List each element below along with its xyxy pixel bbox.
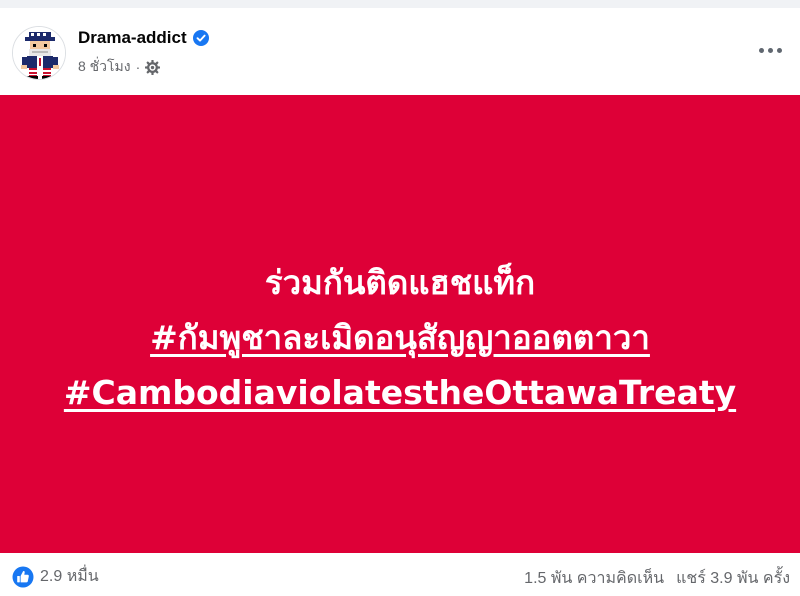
reaction-count: 2.9 หมื่น [40,568,99,585]
hashtag-english: #CambodiaviolatestheOttawaTreaty [63,373,737,412]
author-block: Drama-addict [78,28,209,48]
reactions-summary[interactable]: 2.9 หมื่น [12,564,99,589]
post-header: Drama-addict 8 ชั่วโมง · [0,8,800,95]
hashtag-thai: #กัมพูชาละเมิดอนุสัญญาออตตาวา [150,318,650,357]
post-stats: 1.5 พัน ความคิดเห็น แชร์ 3.9 พัน ครั้ง [524,566,790,591]
image-text-line: ร่วมกันติดแฮชแท็ก [264,263,536,302]
more-dot [758,47,764,53]
post-meta: 8 ชั่วโมง · [78,56,161,78]
pixel-character-avatar-icon [13,27,65,79]
feed-background-strip [0,0,800,8]
more-dot [767,47,773,53]
avatar[interactable] [12,26,66,80]
comment-count[interactable]: 1.5 พัน ความคิดเห็น [524,566,664,591]
post-footer: 2.9 หมื่น 1.5 พัน ความคิดเห็น แชร์ 3.9 พ… [0,553,800,596]
author-name[interactable]: Drama-addict [78,28,187,48]
share-count[interactable]: แชร์ 3.9 พัน ครั้ง [676,566,790,591]
meta-separator: · [135,59,141,75]
post-image-text: ร่วมกันติดแฮชแท็ก #กัมพูชาละเมิดอนุสัญญา… [0,255,800,420]
more-options-icon[interactable] [752,38,788,62]
like-icon [12,566,34,588]
gear-icon[interactable] [144,59,161,75]
post-timestamp[interactable]: 8 ชั่วโมง [78,56,131,78]
verified-badge-icon [192,30,209,46]
more-dot [776,47,782,53]
